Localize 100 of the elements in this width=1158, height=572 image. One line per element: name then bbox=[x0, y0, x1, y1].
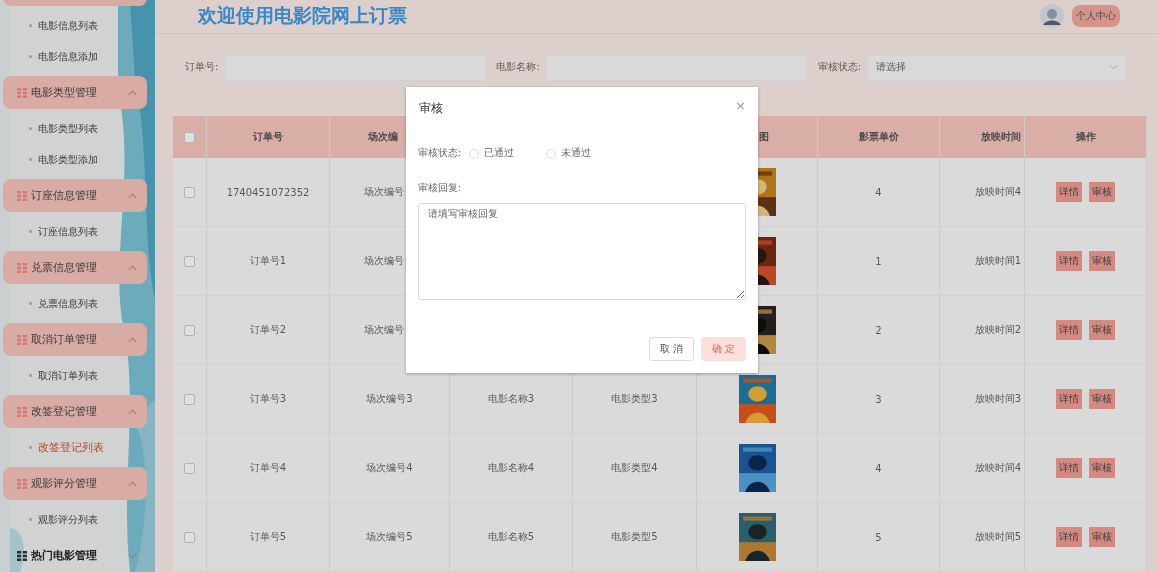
bullet-icon bbox=[29, 24, 32, 27]
chevron-up-icon bbox=[128, 480, 137, 487]
dialog-title: 审核 bbox=[419, 100, 443, 117]
checkbox[interactable] bbox=[184, 186, 195, 198]
menu-group-header[interactable]: 取消订单管理 bbox=[3, 323, 147, 356]
avatar-icon[interactable] bbox=[1040, 4, 1064, 29]
checkbox[interactable] bbox=[184, 462, 195, 474]
menu-item[interactable]: 改签登记列表 bbox=[38, 440, 104, 455]
bullet-icon bbox=[29, 55, 32, 58]
field-label: 审核状态: bbox=[418, 147, 462, 160]
table-cell: 场次编号5 bbox=[366, 530, 413, 544]
chevron-up-icon bbox=[128, 336, 137, 343]
table-cell: 放映时间1 bbox=[974, 254, 1021, 268]
action-button[interactable]: 审核 bbox=[1089, 320, 1115, 340]
checkbox[interactable] bbox=[184, 393, 195, 405]
checkbox[interactable] bbox=[184, 531, 195, 543]
personal-center-button[interactable]: 个人中心 bbox=[1072, 5, 1120, 28]
action-button[interactable]: 详情 bbox=[1056, 389, 1082, 409]
status-select[interactable]: 请选择 bbox=[867, 53, 1128, 81]
grid-icon bbox=[17, 406, 27, 417]
checkbox[interactable] bbox=[184, 255, 195, 267]
action-button[interactable]: 详情 bbox=[1056, 458, 1082, 478]
menu-item[interactable]: 电影信息列表 bbox=[38, 18, 98, 33]
filter-label: 电影名称: bbox=[496, 60, 540, 75]
action-button[interactable]: 详情 bbox=[1056, 527, 1082, 547]
table-cell: 订单号5 bbox=[249, 530, 287, 544]
cancel-button[interactable]: 取 消 bbox=[649, 337, 694, 361]
table-cell: 放映时间4 bbox=[974, 461, 1021, 475]
menu-group-header[interactable]: 订座信息管理 bbox=[3, 179, 147, 212]
table-cell: 电影名称5 bbox=[487, 530, 535, 544]
action-button[interactable]: 详情 bbox=[1056, 251, 1082, 271]
table-cell: 放映时间4 bbox=[974, 185, 1021, 199]
radio-option[interactable]: 未通过 bbox=[546, 147, 592, 160]
bullet-icon bbox=[29, 230, 32, 233]
menu-group-header[interactable]: 电影类型管理 bbox=[3, 76, 147, 109]
checkbox[interactable] bbox=[184, 131, 195, 143]
table-cell: 电影名称3 bbox=[487, 392, 535, 406]
bullet-icon bbox=[29, 302, 32, 305]
menu-item[interactable]: 电影类型列表 bbox=[38, 121, 98, 136]
table-cell: 3 bbox=[875, 393, 882, 405]
table-cell: 订单号4 bbox=[249, 461, 287, 475]
column-header: 放映时间 bbox=[981, 130, 1021, 144]
checkbox[interactable] bbox=[184, 324, 195, 336]
chevron-down-icon bbox=[128, 552, 137, 559]
table-cell: 放映时间2 bbox=[974, 323, 1021, 337]
table-cell: 电影类型3 bbox=[611, 392, 658, 406]
bullet-icon bbox=[29, 374, 32, 377]
table-cell: 订单号3 bbox=[249, 392, 287, 406]
action-button[interactable]: 详情 bbox=[1056, 320, 1082, 340]
menu-item[interactable]: 观影评分列表 bbox=[38, 512, 98, 527]
grid-icon bbox=[17, 550, 27, 561]
menu-group-header[interactable]: 兑票信息管理 bbox=[3, 251, 147, 284]
table-cell: 场次编号 bbox=[364, 254, 404, 268]
menu-item[interactable]: 兑票信息列表 bbox=[38, 296, 98, 311]
column-header: 图 bbox=[759, 130, 769, 144]
menu-group-header[interactable]: 改签登记管理 bbox=[3, 395, 147, 428]
table-cell: 放映时间3 bbox=[974, 392, 1021, 406]
grid-icon bbox=[17, 262, 27, 273]
menu-item[interactable]: 取消订单列表 bbox=[38, 368, 98, 383]
action-button[interactable]: 审核 bbox=[1089, 251, 1115, 271]
grid-icon bbox=[17, 190, 27, 201]
table-cell: 2 bbox=[875, 324, 882, 336]
chevron-up-icon bbox=[128, 408, 137, 415]
action-button[interactable]: 审核 bbox=[1089, 458, 1115, 478]
column-header: 操作 bbox=[1075, 130, 1096, 144]
table-cell: 场次编号 bbox=[364, 323, 404, 337]
table-cell: 1740451072352 bbox=[226, 186, 310, 198]
table-cell: 1 bbox=[875, 255, 882, 267]
field-label: 审核回复: bbox=[418, 182, 463, 195]
action-button[interactable]: 审核 bbox=[1089, 527, 1115, 547]
table-cell: 放映时间5 bbox=[974, 530, 1021, 544]
action-button[interactable]: 详情 bbox=[1056, 182, 1082, 202]
table-cell: 场次编号4 bbox=[366, 461, 413, 475]
table-cell: 5 bbox=[875, 531, 882, 543]
action-button[interactable]: 审核 bbox=[1089, 389, 1115, 409]
table-cell: 电影类型4 bbox=[611, 461, 658, 475]
action-button[interactable]: 审核 bbox=[1089, 182, 1115, 202]
bullet-icon bbox=[29, 446, 32, 449]
menu-group-header[interactable]: 热门电影管理 bbox=[3, 539, 147, 572]
table-cell: 场次编号3 bbox=[366, 392, 413, 406]
table-cell: 4 bbox=[875, 462, 882, 474]
table-cell: 订单号1 bbox=[249, 254, 287, 268]
bullet-icon bbox=[29, 127, 32, 130]
table-cell: 电影类型5 bbox=[611, 530, 658, 544]
bullet-icon bbox=[29, 158, 32, 161]
column-header: 订单号 bbox=[253, 130, 283, 144]
close-button[interactable]: × bbox=[735, 99, 746, 112]
column-header: 场次编 bbox=[368, 130, 398, 144]
menu-group-header[interactable]: 观影评分管理 bbox=[3, 467, 147, 500]
menu-item[interactable]: 订座信息列表 bbox=[38, 224, 98, 239]
menu-item[interactable]: 电影信息添加 bbox=[38, 49, 98, 64]
reply-textarea[interactable]: 请填写审核回复 bbox=[418, 203, 746, 300]
menu-item[interactable]: 电影类型添加 bbox=[38, 152, 98, 167]
filter-label: 审核状态: bbox=[817, 60, 862, 75]
radio-option[interactable]: 已通过 bbox=[469, 147, 515, 160]
chevron-down-icon bbox=[1109, 64, 1119, 71]
filter-label: 订单号: bbox=[185, 60, 219, 75]
grid-icon bbox=[17, 478, 27, 489]
table-cell: 场次编号 bbox=[364, 185, 404, 199]
bullet-icon bbox=[29, 518, 32, 521]
